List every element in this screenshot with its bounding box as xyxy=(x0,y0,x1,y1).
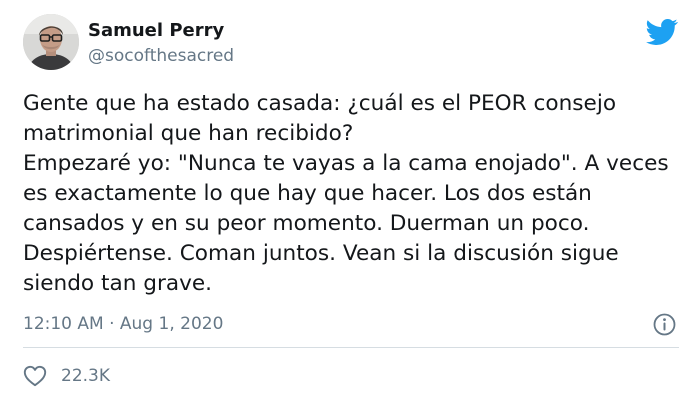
author-handle[interactable]: @socofthesacred xyxy=(88,45,234,67)
info-icon[interactable] xyxy=(653,313,676,336)
author-name[interactable]: Samuel Perry xyxy=(88,20,224,42)
tweet-text: Gente que ha estado casada: ¿cuál es el … xyxy=(23,89,683,299)
tweet-timestamp[interactable]: 12:10 AM · Aug 1, 2020 xyxy=(23,313,223,335)
tweet-text-line: es exactamente lo que hay que hacer. Los… xyxy=(23,181,592,206)
tweet-text-line: matrimonial que han recibido? xyxy=(23,121,354,146)
tweet-text-line: siendo tan grave. xyxy=(23,271,212,296)
twitter-bird-icon[interactable] xyxy=(646,19,678,46)
avatar-photo xyxy=(23,14,79,70)
heart-icon[interactable] xyxy=(23,365,47,387)
like-count: 22.3K xyxy=(61,366,110,386)
divider xyxy=(23,347,679,348)
tweet-text-line: Despiértense. Coman juntos. Vean si la d… xyxy=(23,241,619,266)
like-button[interactable]: 22.3K xyxy=(23,364,110,388)
avatar[interactable] xyxy=(23,14,79,70)
tweet-text-line: cansados y en su peor momento. Duerman u… xyxy=(23,211,590,236)
tweet-text-line: Empezaré yo: "Nunca te vayas a la cama e… xyxy=(23,151,669,176)
tweet-card: Samuel Perry @socofthesacred Gente que h… xyxy=(0,0,700,402)
tweet-text-line: Gente que ha estado casada: ¿cuál es el … xyxy=(23,91,617,116)
